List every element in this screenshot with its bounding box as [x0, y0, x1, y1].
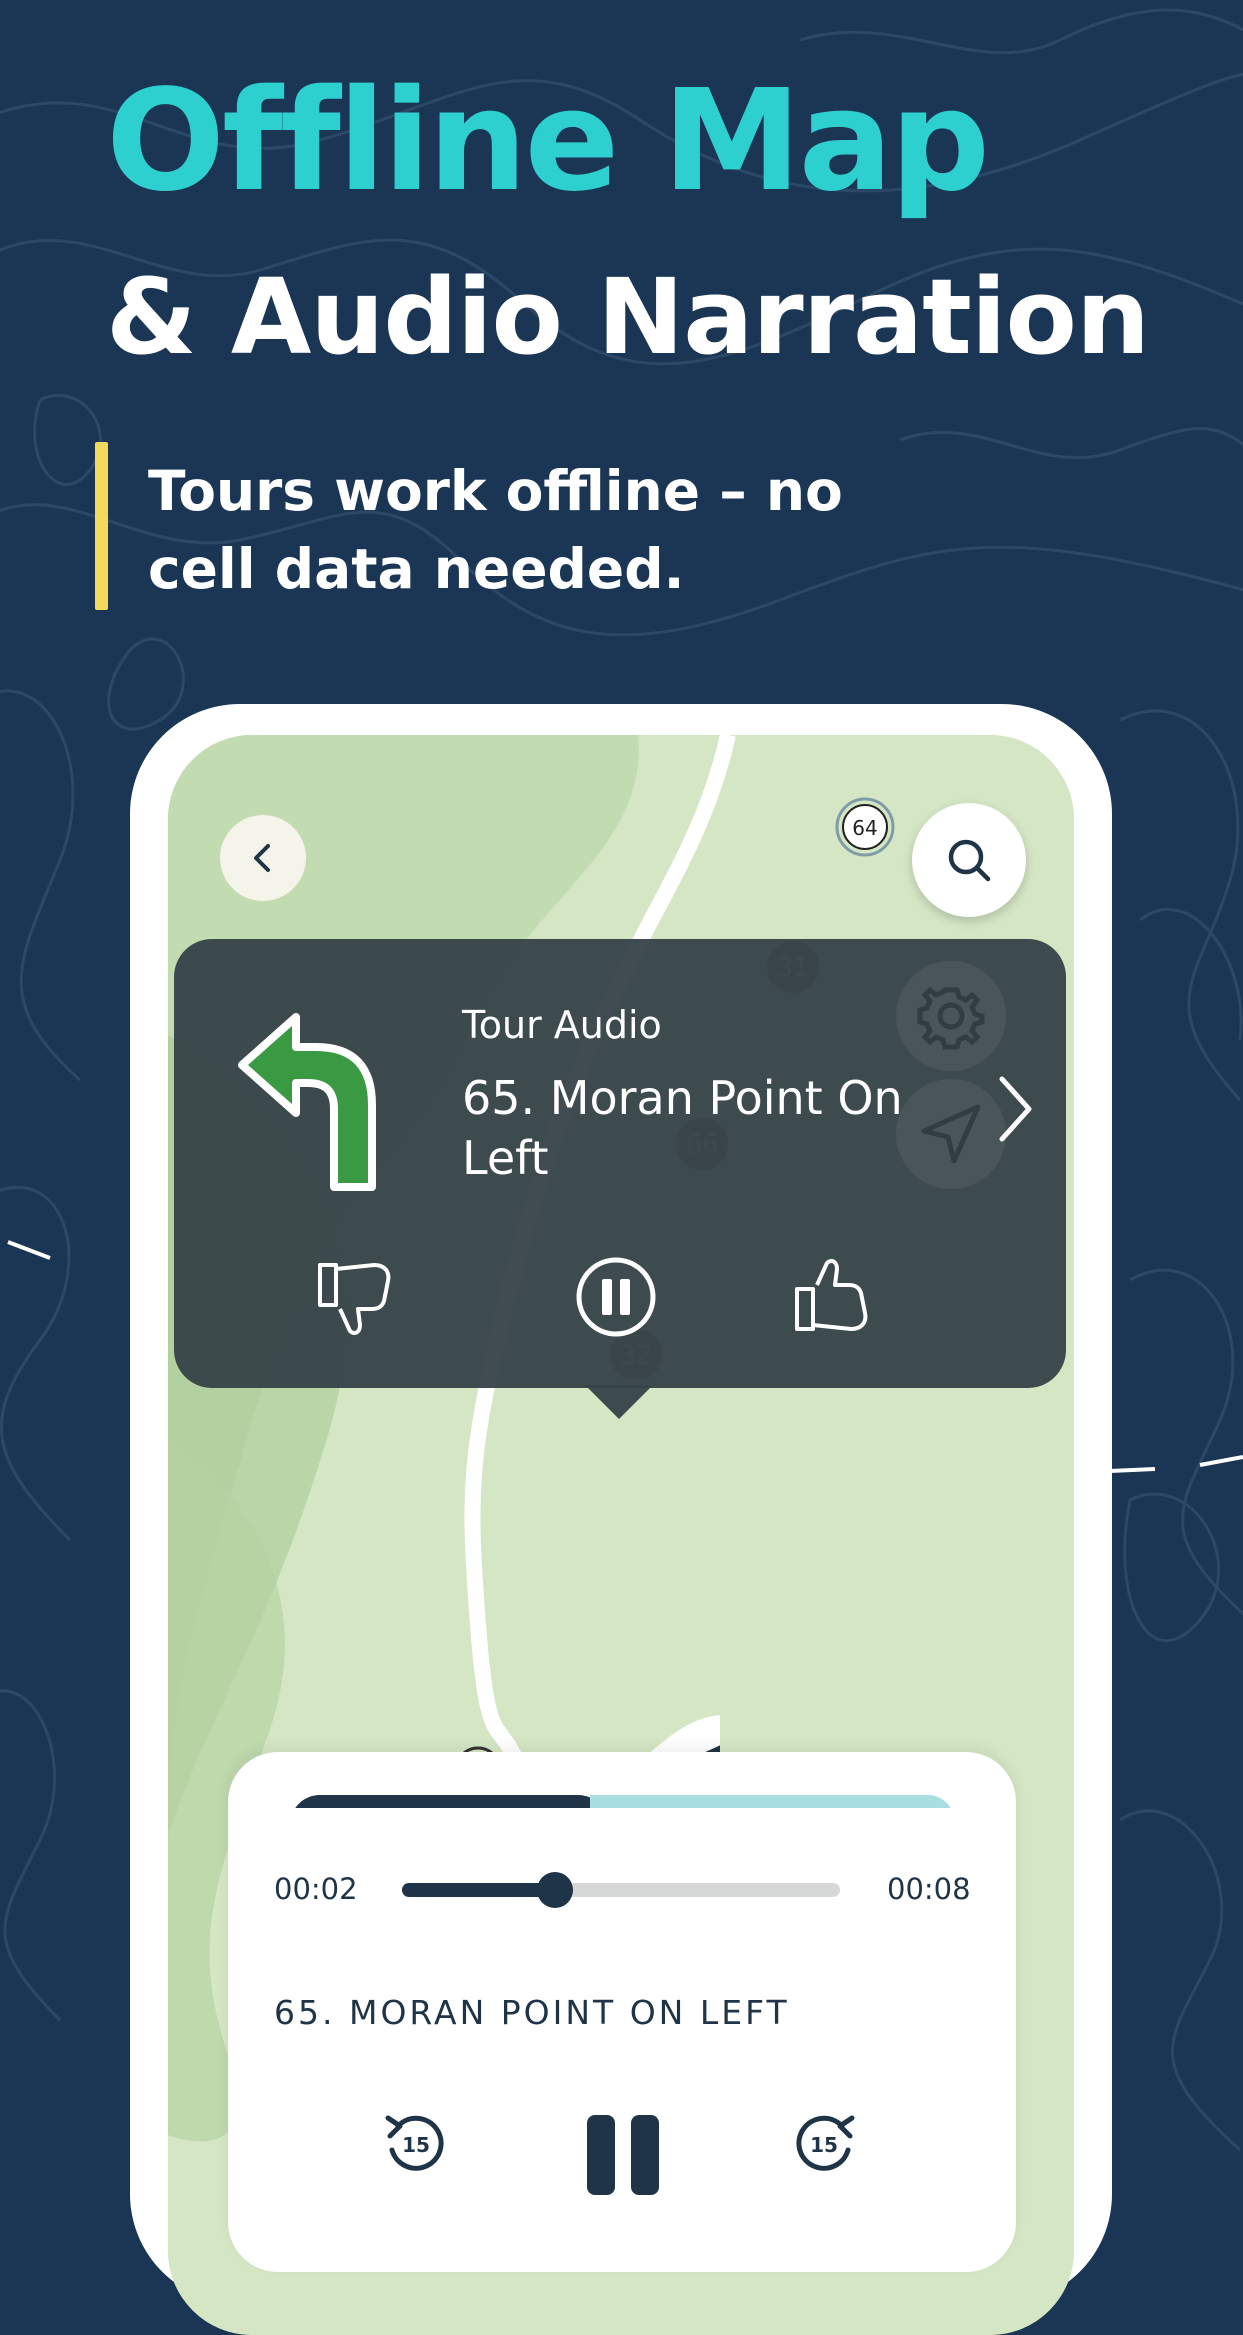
back-button[interactable] [220, 815, 306, 901]
quote-accent-bar [95, 442, 108, 610]
search-icon [948, 839, 991, 882]
progress-slider[interactable] [402, 1872, 840, 1908]
thumbs-down-icon [318, 1263, 391, 1335]
popup-stop-title: 65. Moran Point On Left [462, 1071, 903, 1185]
pause-circle-icon [576, 1257, 656, 1337]
rewind-15-button[interactable]: 15 [380, 2108, 450, 2178]
track-title: 65. MORAN POINT ON LEFT [274, 1993, 790, 2032]
dislike-button[interactable] [314, 1255, 398, 1339]
map-marker-64-label: 64 [852, 816, 877, 840]
headline-title: Offline Map [106, 60, 990, 223]
turn-left-arrow-icon [238, 1013, 376, 1191]
tour-audio-popup[interactable]: Tour Audio 65. Moran Point On Left [174, 939, 1066, 1388]
progress-fill [402, 1883, 556, 1897]
navigation-arrow-icon[interactable] [894, 1077, 1008, 1191]
search-button[interactable] [912, 803, 1026, 917]
tagline: Tours work offline – no cell data needed… [148, 459, 843, 602]
pause-icon [587, 2115, 659, 2195]
popup-pointer [585, 1385, 653, 1419]
decorative-dash-right [1109, 1455, 1243, 1473]
forward-15-button[interactable]: 15 [790, 2108, 860, 2178]
gear-icon[interactable] [894, 959, 1008, 1073]
like-button[interactable] [791, 1255, 875, 1339]
rewind-15-label: 15 [402, 2133, 430, 2157]
map-marker-64: 64 [842, 804, 888, 850]
popup-label: Tour Audio [462, 1003, 662, 1047]
sheet-handle-bump[interactable] [520, 1700, 720, 1760]
headline-subtitle: & Audio Narration [106, 256, 1150, 378]
chevron-left-icon [254, 844, 270, 872]
play-pause-button[interactable] [585, 2115, 661, 2195]
forward-15-icon: 15 [796, 2115, 855, 2171]
thumbs-up-icon [795, 1259, 868, 1331]
rewind-15-icon: 15 [385, 2115, 444, 2171]
total-duration: 00:08 [887, 1872, 971, 1906]
popup-pause-button[interactable] [574, 1255, 658, 1339]
elapsed-time: 00:02 [274, 1872, 358, 1906]
decorative-dash-left [7, 1240, 51, 1260]
forward-15-label: 15 [810, 2133, 838, 2157]
